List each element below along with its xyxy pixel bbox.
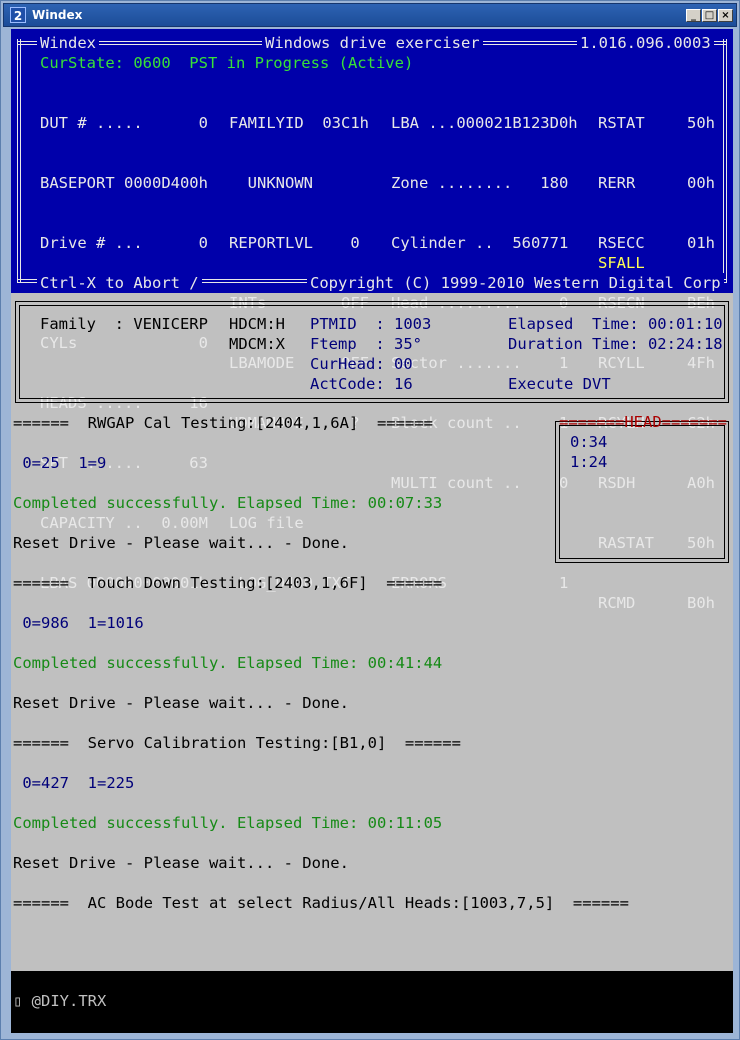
log-line: Reset Drive - Please wait... - Done. [13, 534, 349, 552]
param-line: UNKNOWN [229, 174, 313, 192]
command-prompt[interactable]: ▯ @DIY.TRX [13, 992, 106, 1010]
minimize-button[interactable]: _ [686, 9, 701, 22]
log-line: Reset Drive - Please wait... - Done. [13, 694, 349, 712]
log-blank-line [13, 633, 629, 653]
log-blank-line [13, 513, 629, 533]
execute-label: Execute DVT [508, 375, 611, 393]
curhead-label: CurHead: 00 [310, 355, 413, 373]
register-name: RSTAT [598, 114, 645, 132]
register-value: B0h [687, 594, 715, 612]
close-button[interactable]: × [718, 9, 733, 22]
hdcm-label: HDCM:H [229, 315, 285, 333]
log-blank-line [13, 873, 629, 893]
log-line: Completed successfully. Elapsed Time: 00… [13, 494, 443, 512]
param-line: DUT # ..... 0 [40, 114, 208, 132]
panel-left-border [17, 39, 21, 283]
sfall-indicator: SFALL [598, 254, 645, 272]
param-line: FAMILYID 03C1h [229, 114, 369, 132]
app-name-label: Windex [37, 33, 99, 53]
command-bar[interactable]: ▯ @DIY.TRX [11, 971, 733, 1033]
title-bar[interactable]: 2 Windex _ □ × [3, 3, 737, 27]
elapsed-time: Elapsed Time: 00:01:10 [508, 315, 723, 333]
mdcm-label: MDCM:X [229, 335, 285, 353]
log-line: 0=25 1=9 [13, 454, 107, 472]
log-blank-line [13, 593, 629, 613]
register-value: 00h [687, 174, 715, 192]
log-line: ====== RWGAP Cal Testing:[2404,1,6A] ===… [13, 414, 433, 432]
log-line: ====== Touch Down Testing:[2403,1,6F] ==… [13, 574, 443, 592]
app-subtitle: Windows drive exerciser [262, 33, 483, 53]
log-line: 0=427 1=225 [13, 774, 135, 792]
log-blank-line [13, 753, 629, 773]
maximize-button[interactable]: □ [702, 9, 717, 22]
log-line: Completed successfully. Elapsed Time: 00… [13, 654, 443, 672]
family-label: Family : VENICERP [40, 315, 208, 333]
param-line: Zone ........ 180 [391, 174, 569, 192]
register-name: RSECC [598, 234, 645, 252]
register-value: 50h [687, 114, 715, 132]
log-line: ====== AC Bode Test at select Radius/All… [13, 894, 629, 912]
window-title: Windex [32, 8, 83, 22]
param-line: REPORTLVL 0 [229, 234, 360, 252]
curstate-line: CurState: 0600 PST in Progress (Active) [40, 54, 414, 72]
windex-window: 2 Windex _ □ × Windex Windows drive exer… [0, 0, 740, 1040]
param-line: BASEPORT 0000D400h [40, 174, 208, 192]
log-blank-line [13, 473, 629, 493]
actcode-label: ActCode: 16 [310, 375, 413, 393]
log-line: ====== Servo Calibration Testing:[B1,0] … [13, 734, 461, 752]
log-blank-line [13, 833, 629, 853]
log-line: Completed successfully. Elapsed Time: 00… [13, 814, 443, 832]
drive-info-panel: Windex Windows drive exerciser 1.016.096… [11, 29, 733, 612]
log-blank-line [13, 553, 629, 573]
test-log: ====== RWGAP Cal Testing:[2404,1,6A] ===… [13, 413, 629, 913]
log-blank-line [13, 793, 629, 813]
duration-time: Duration Time: 02:24:18 [508, 335, 723, 353]
param-line: LBA ...000021B123D0h [391, 114, 578, 132]
log-line: Reset Drive - Please wait... - Done. [13, 854, 349, 872]
log-blank-line [13, 433, 629, 453]
register-name: RERR [598, 174, 636, 192]
register-value: 01h [687, 234, 715, 252]
param-line: Drive # ... 0 [40, 234, 208, 252]
log-blank-line [13, 673, 629, 693]
log-line: 0=986 1=1016 [13, 614, 144, 632]
copyright-text: Copyright (C) 1999-2010 Western Digital … [307, 273, 724, 293]
param-line: Cylinder .. 560771 [391, 234, 569, 252]
log-blank-line [13, 713, 629, 733]
ftemp-label: Ftemp : 35° [310, 335, 422, 353]
abort-hint: Ctrl-X to Abort / [37, 273, 202, 293]
version-label: 1.016.096.0003 [577, 33, 714, 53]
console-area: Windex Windows drive exerciser 1.016.096… [11, 29, 733, 1033]
status-panel: Family : VENICERP HDCM:H MDCM:X PTMID : … [15, 301, 729, 403]
ptmid-label: PTMID : 1003 [310, 315, 432, 333]
app-icon[interactable]: 2 [10, 7, 26, 23]
